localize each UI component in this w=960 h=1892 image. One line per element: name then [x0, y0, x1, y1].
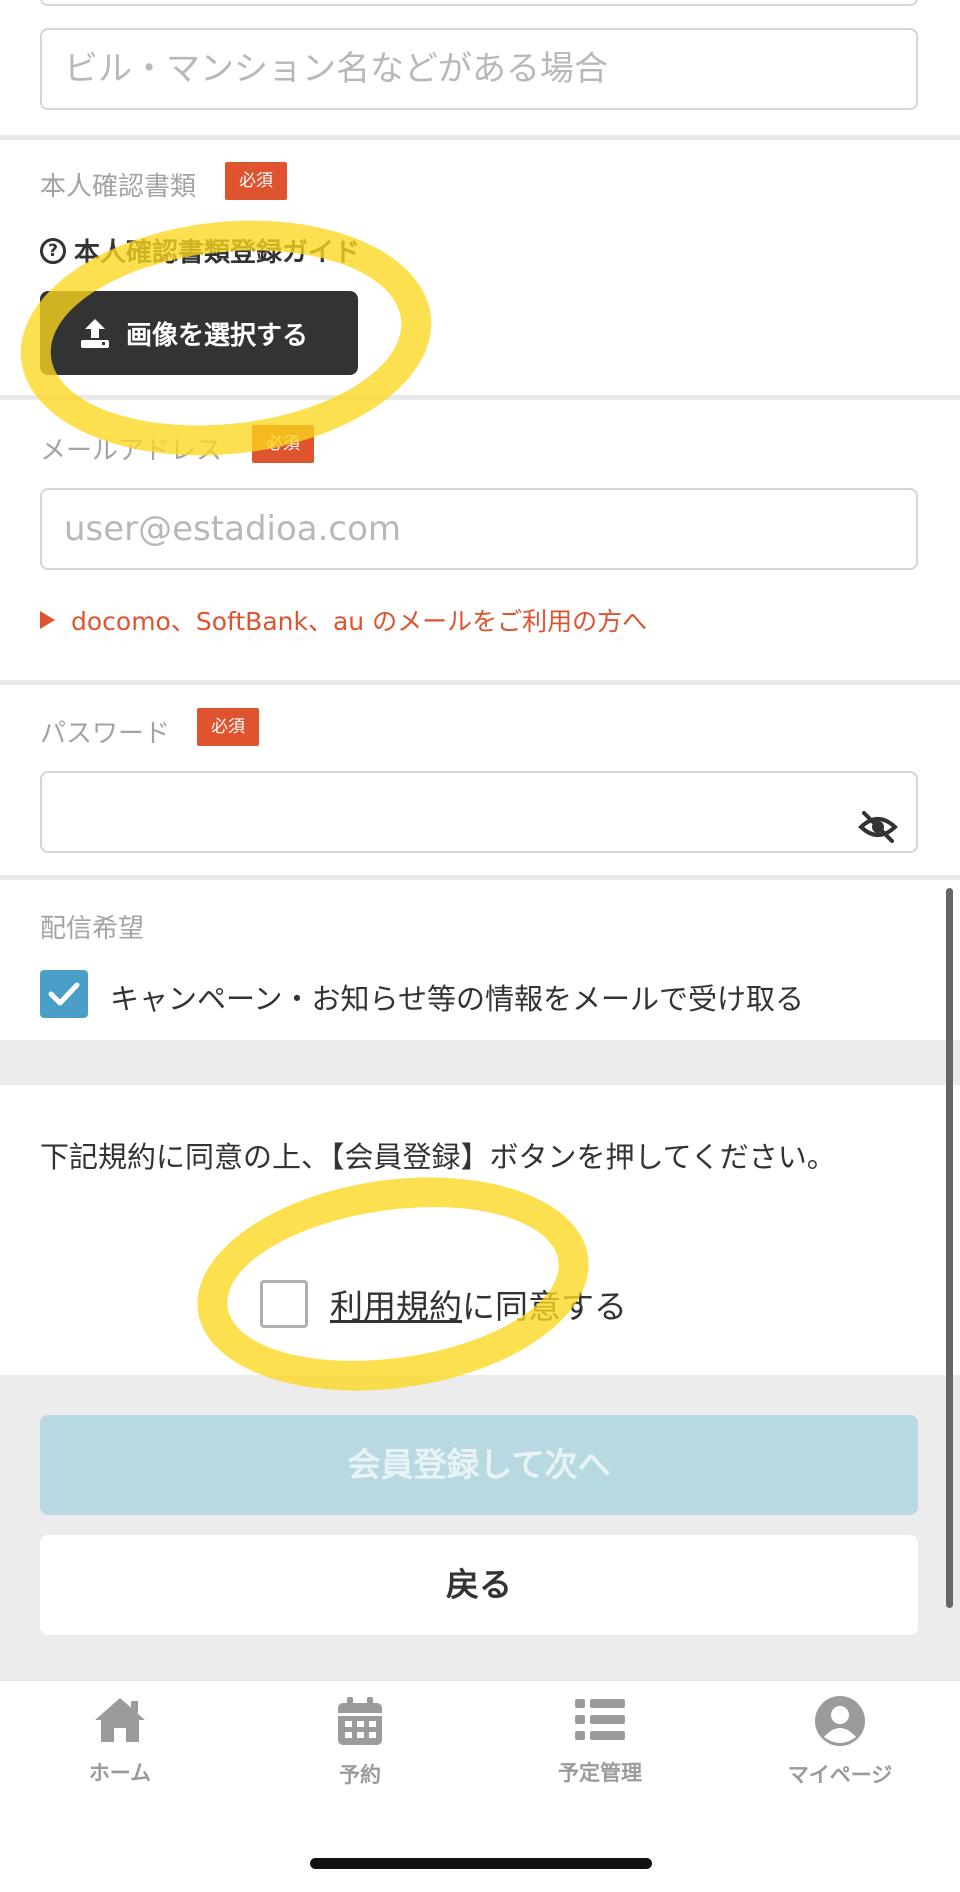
- required-badge: 必須: [225, 162, 287, 200]
- eye-slash-icon[interactable]: [858, 795, 898, 843]
- nav-schedule-label: 予定管理: [558, 1761, 642, 1785]
- nav-reservation-label: 予約: [339, 1763, 381, 1787]
- nav-mypage[interactable]: マイページ: [770, 1695, 910, 1789]
- carrier-mail-link[interactable]: docomo、SoftBank、au のメールをご利用の方へ: [40, 602, 647, 638]
- password-label: パスワード: [40, 719, 171, 749]
- user-icon: [814, 1695, 866, 1747]
- nav-mypage-label: マイページ: [787, 1763, 893, 1787]
- email-placeholder: user@estadioa.com: [64, 509, 402, 549]
- register-next-label: 会員登録して次へ: [347, 1445, 611, 1484]
- question-circle-icon: ?: [40, 237, 66, 264]
- back-label: 戻る: [446, 1565, 512, 1604]
- newsletter-label: 配信希望: [40, 914, 145, 944]
- triangle-right-icon: [40, 611, 55, 629]
- nav-reservation[interactable]: 予約: [290, 1695, 430, 1789]
- newsletter-checkbox[interactable]: [40, 970, 88, 1018]
- list-icon: [573, 1695, 627, 1745]
- newsletter-checkbox-label[interactable]: キャンペーン・お知らせ等の情報をメールで受け取る: [110, 976, 804, 1018]
- building-name-input[interactable]: ビル・マンション名などがある場合: [40, 28, 918, 110]
- action-area: 会員登録して次へ 戻る: [0, 1375, 960, 1680]
- address-section: ビル・マンション名などがある場合: [0, 0, 960, 135]
- nav-home-label: ホーム: [88, 1761, 152, 1785]
- scrollbar[interactable]: [946, 888, 953, 1608]
- home-icon: [92, 1695, 148, 1745]
- nav-home[interactable]: ホーム: [50, 1695, 190, 1787]
- nav-schedule[interactable]: 予定管理: [530, 1695, 670, 1787]
- register-next-button[interactable]: 会員登録して次へ: [40, 1415, 918, 1515]
- email-input[interactable]: user@estadioa.com: [40, 488, 918, 570]
- gray-band: [0, 1040, 960, 1085]
- building-name-placeholder: ビル・マンション名などがある場合: [64, 49, 608, 89]
- password-section: パスワード 必須: [0, 685, 960, 875]
- address-previous-field-edge: [40, 0, 918, 6]
- home-indicator: [310, 1858, 652, 1869]
- carrier-mail-label: docomo、SoftBank、au のメールをご利用の方へ: [71, 607, 648, 636]
- id-document-label: 本人確認書類: [40, 172, 197, 202]
- newsletter-section: 配信希望 キャンペーン・お知らせ等の情報をメールで受け取る: [0, 880, 960, 1040]
- terms-instruction: 下記規約に同意の上、【会員登録】ボタンを押してください。: [40, 1140, 836, 1174]
- back-button[interactable]: 戻る: [40, 1535, 918, 1635]
- password-input[interactable]: [40, 771, 918, 853]
- required-badge: 必須: [197, 708, 259, 746]
- calendar-icon: [335, 1695, 385, 1747]
- check-icon: [48, 980, 80, 1012]
